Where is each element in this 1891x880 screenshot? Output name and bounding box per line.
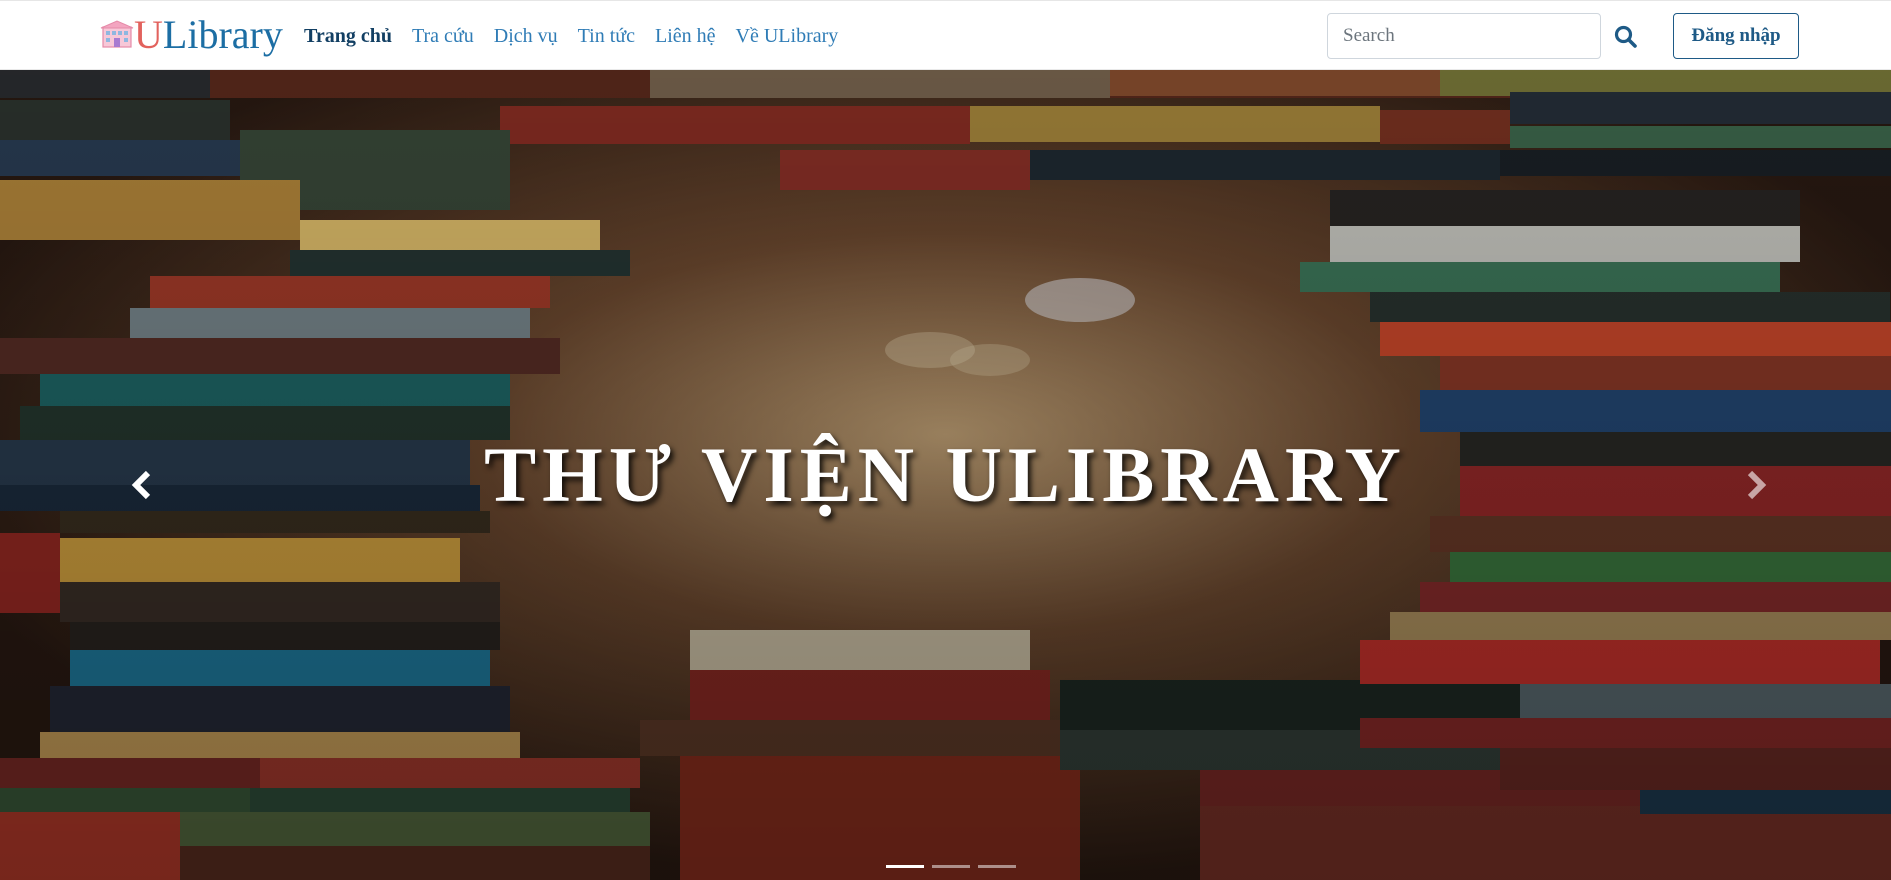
- top-navbar: ULibrary Trang chủ Tra cứu Dịch vụ Tin t…: [0, 0, 1891, 70]
- main-nav: Trang chủ Tra cứu Dịch vụ Tin tức Liên h…: [304, 23, 858, 49]
- search-icon: [1614, 25, 1637, 48]
- carousel-indicators: [886, 865, 1016, 868]
- nav-item-about[interactable]: Về ULibrary: [736, 23, 839, 49]
- chevron-right-icon: [1747, 470, 1767, 500]
- search-input[interactable]: [1327, 13, 1601, 59]
- carousel-indicator-1[interactable]: [886, 865, 924, 868]
- login-button[interactable]: Đăng nhập: [1673, 13, 1799, 59]
- nav-item-services[interactable]: Dịch vụ: [494, 23, 558, 49]
- hero-carousel: THƯ VIỆN ULIBRARY: [0, 70, 1891, 880]
- carousel-prev-button[interactable]: [122, 460, 162, 510]
- nav-item-lookup[interactable]: Tra cứu: [412, 23, 474, 49]
- carousel-indicator-2[interactable]: [932, 865, 970, 868]
- search-button[interactable]: [1612, 23, 1640, 51]
- brand-name: ULibrary: [134, 12, 283, 57]
- nav-item-contact[interactable]: Liên hệ: [655, 23, 716, 49]
- chevron-left-icon: [131, 470, 151, 500]
- carousel-indicator-3[interactable]: [978, 865, 1016, 868]
- hero-title: THƯ VIỆN ULIBRARY: [484, 431, 1407, 518]
- library-building-icon: [100, 20, 134, 48]
- nav-item-news[interactable]: Tin tức: [578, 23, 635, 49]
- brand-logo-link[interactable]: ULibrary: [100, 13, 283, 57]
- nav-item-home[interactable]: Trang chủ: [304, 23, 392, 49]
- carousel-next-button[interactable]: [1736, 460, 1776, 510]
